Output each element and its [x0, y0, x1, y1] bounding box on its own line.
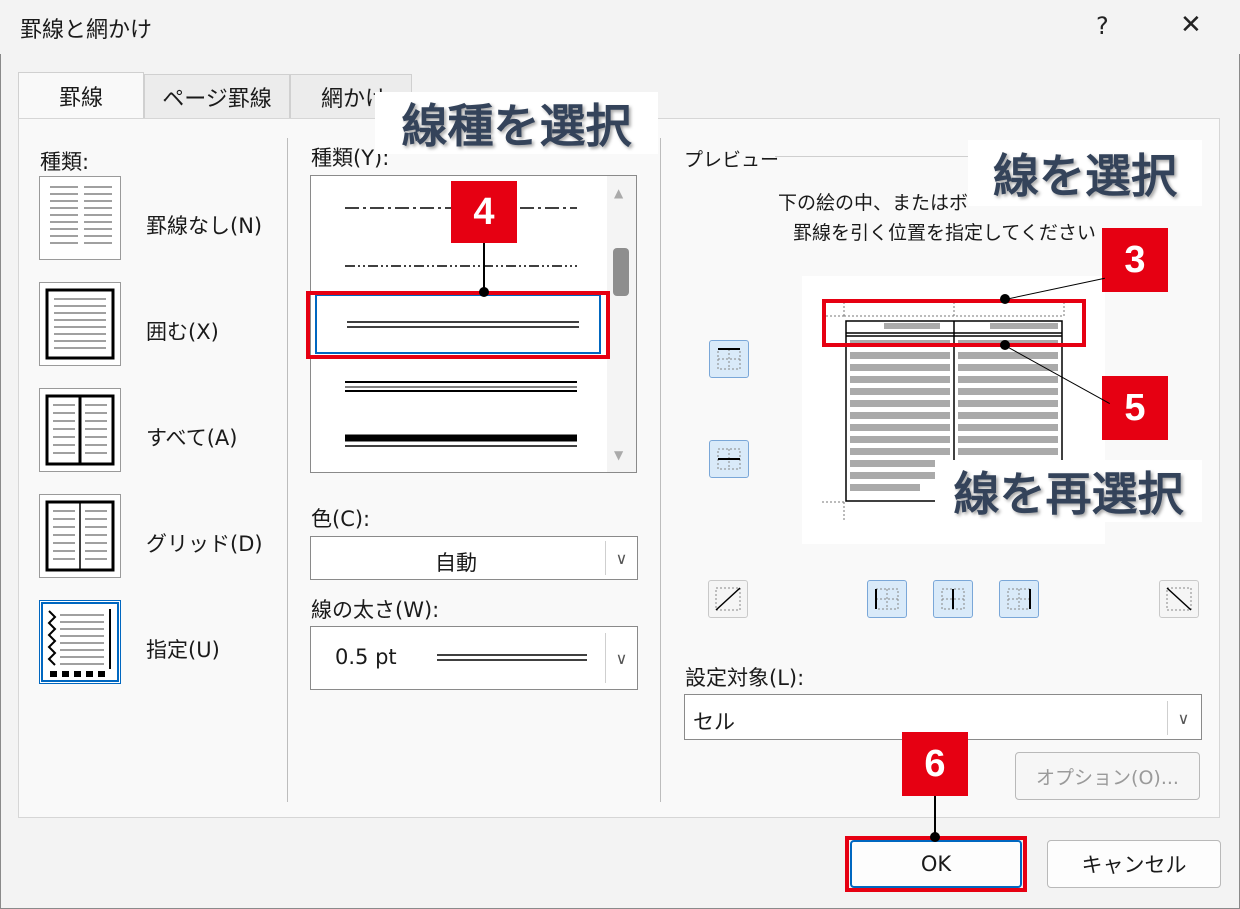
- options-button[interactable]: オプション(O)...: [1015, 752, 1200, 800]
- connector-line: [934, 796, 936, 836]
- diagonal-down-border-button[interactable]: [1159, 580, 1199, 618]
- color-value: 自動: [435, 551, 477, 575]
- width-combo[interactable]: 0.5 pt ∨: [310, 626, 638, 690]
- highlight-preview-top: [822, 299, 1086, 347]
- close-button[interactable]: ✕: [1180, 10, 1202, 40]
- preview-instruction-2: 罫線を引く位置を指定してください: [793, 222, 1096, 244]
- scroll-thumb[interactable]: [613, 248, 629, 296]
- step-badge-3: 3: [1102, 228, 1168, 292]
- connector-dot: [1000, 340, 1010, 350]
- connector-dot: [930, 832, 940, 842]
- tab-page-border[interactable]: ページ罫線: [144, 74, 290, 118]
- chevron-down-icon[interactable]: ∨: [605, 633, 637, 683]
- callout-select-line-style: 線種を選択: [375, 92, 658, 154]
- step-badge-4: 4: [451, 181, 517, 243]
- callout-select-line: 線を選択: [968, 140, 1202, 206]
- step-badge-5: 5: [1102, 376, 1168, 440]
- chevron-down-icon[interactable]: ∨: [605, 541, 637, 575]
- setting-box-label[interactable]: 囲む(X): [146, 316, 219, 346]
- diagonal-up-border-button[interactable]: [708, 580, 748, 618]
- highlight-ok: [845, 836, 1027, 892]
- setting-grid-icon[interactable]: [39, 494, 121, 578]
- step-badge-6: 6: [902, 732, 968, 796]
- chevron-down-icon[interactable]: ∨: [1167, 701, 1199, 735]
- callout-reselect-line: 線を再選択: [935, 460, 1202, 522]
- scrollbar[interactable]: ▲ ▼: [607, 176, 636, 472]
- setting-none-icon[interactable]: [39, 176, 121, 260]
- title-bar: 罫線と網かけ ? ✕: [0, 0, 1240, 54]
- inside-horizontal-border-button[interactable]: [709, 440, 749, 478]
- divider: [287, 138, 288, 802]
- connector-dot: [1000, 294, 1010, 304]
- color-combo[interactable]: 自動 ∨: [310, 536, 638, 580]
- setting-none-label[interactable]: 罫線なし(N): [146, 210, 262, 240]
- width-value: 0.5 pt: [335, 645, 397, 669]
- cancel-button[interactable]: キャンセル: [1047, 840, 1221, 888]
- connector-line: [483, 243, 485, 291]
- apply-to-value: セル: [693, 710, 735, 734]
- top-border-button[interactable]: [709, 340, 749, 378]
- setting-all-icon[interactable]: [39, 388, 121, 472]
- preview-label: プレビュー: [684, 149, 780, 171]
- tab-borders[interactable]: 罫線: [18, 72, 144, 118]
- window-title: 罫線と網かけ: [20, 18, 153, 43]
- preview-instruction-1: 下の絵の中、またはボ: [778, 192, 969, 214]
- help-button[interactable]: ?: [1096, 12, 1109, 40]
- setting-label: 種類:: [40, 150, 90, 174]
- setting-grid-label[interactable]: グリッド(D): [146, 528, 263, 558]
- setting-custom-icon[interactable]: [39, 600, 121, 684]
- divider: [660, 138, 661, 802]
- setting-box-icon[interactable]: [39, 282, 121, 366]
- scroll-down-icon[interactable]: ▼: [614, 448, 623, 462]
- highlight-line-style: [306, 291, 610, 359]
- right-border-button[interactable]: [999, 580, 1039, 618]
- setting-custom-label[interactable]: 指定(U): [146, 634, 220, 664]
- left-border-button[interactable]: [867, 580, 907, 618]
- apply-to-label: 設定対象(L):: [685, 666, 805, 690]
- inside-vertical-border-button[interactable]: [933, 580, 973, 618]
- scroll-up-icon[interactable]: ▲: [614, 186, 623, 200]
- color-label: 色(C):: [311, 507, 371, 531]
- setting-all-label[interactable]: すべて(A): [146, 422, 237, 452]
- width-label: 線の太さ(W):: [311, 598, 440, 622]
- connector-dot: [479, 287, 489, 297]
